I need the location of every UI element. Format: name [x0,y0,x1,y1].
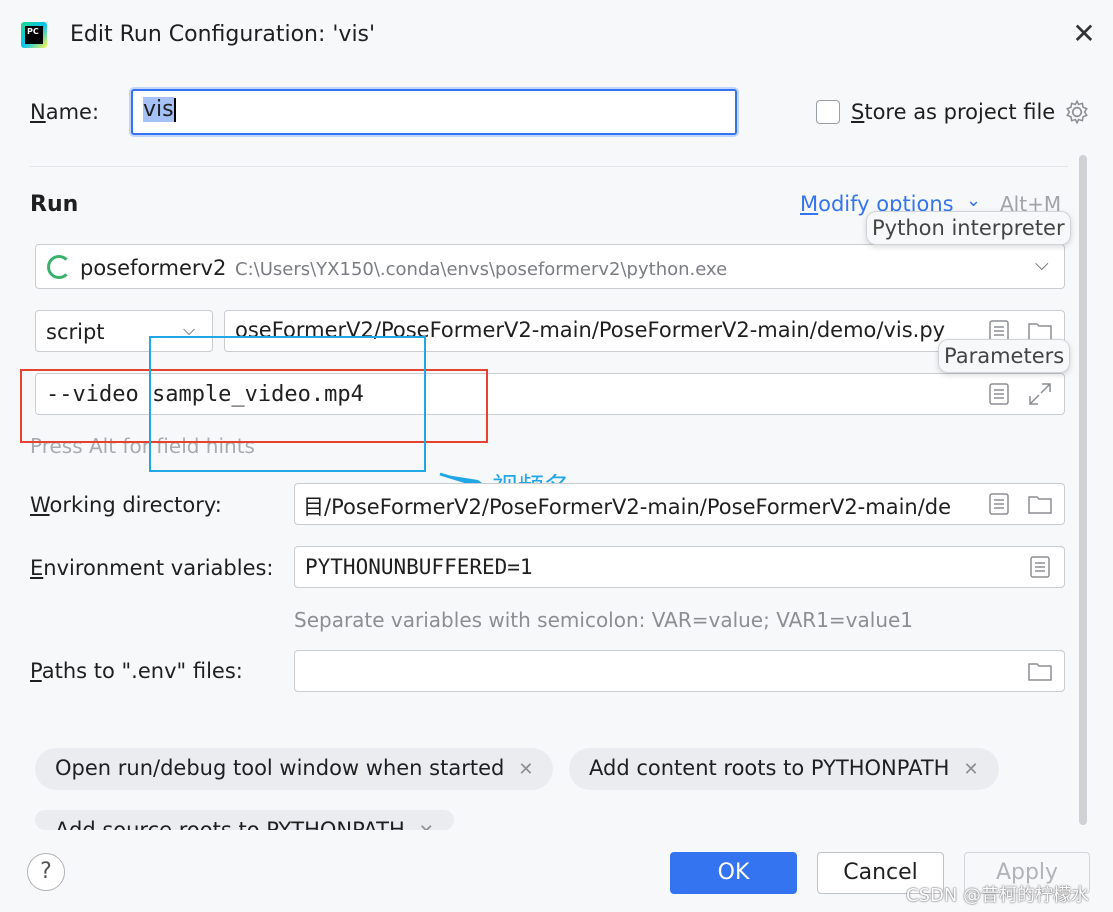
pycharm-logo-icon: PC [21,22,47,48]
store-as-project-file-checkbox[interactable] [816,100,840,124]
expand-icon[interactable] [1027,381,1053,407]
folder-icon[interactable] [1027,493,1053,515]
folder-icon[interactable] [1027,660,1053,682]
help-button[interactable]: ? [27,853,65,891]
name-label: Name: [30,100,100,124]
name-input[interactable]: vis [131,89,737,135]
env-files-input[interactable] [294,650,1065,692]
chevron-down-icon[interactable]: ⌵ [1035,254,1049,275]
store-as-project-file-label[interactable]: Store as project file [851,100,1055,124]
expand-text-icon[interactable] [988,382,1010,406]
ok-button[interactable]: OK [670,852,797,894]
interpreter-path: C:\Users\YX150\.conda\envs\poseformerv2\… [235,259,728,280]
run-section-title: Run [30,192,79,217]
divider [30,166,1068,167]
environment-variables-value: PYTHONUNBUFFERED=1 [305,555,533,579]
parameters-tooltip: Parameters [938,339,1071,373]
expand-text-icon[interactable] [988,492,1010,516]
option-chip[interactable]: Add content roots to PYTHONPATH ✕ [569,748,999,790]
option-chip[interactable]: Add source roots to PYTHONPATH✕ [35,810,454,830]
remove-icon[interactable]: ✕ [419,821,434,830]
interpreter-name: poseformerv2 [80,256,227,280]
remove-icon[interactable]: ✕ [963,759,978,780]
working-directory-label: Working directory: [30,493,222,517]
close-icon[interactable]: ✕ [1070,20,1098,48]
annotation-blue-box [149,336,426,472]
edit-variables-icon[interactable] [1029,555,1051,579]
dialog-title: Edit Run Configuration: 'vis' [70,22,376,47]
environment-variables-hint: Separate variables with semicolon: VAR=v… [294,608,914,632]
environment-variables-label: Environment variables: [30,556,274,580]
vertical-scrollbar[interactable] [1079,155,1087,825]
env-files-label: Paths to ".env" files: [30,659,243,683]
target-type-value: script [46,320,105,344]
conda-env-icon [47,255,71,279]
python-interpreter-tooltip: Python interpreter [866,211,1071,245]
watermark: CSDN @昔柯的柠檬水 [906,885,1090,906]
title-bar: PC Edit Run Configuration: 'vis' ✕ [0,0,1113,72]
option-chip[interactable]: Open run/debug tool window when started ✕ [35,748,554,790]
working-directory-value: 目/PoseFormerV2/PoseFormerV2-main/PoseFor… [303,495,952,519]
remove-icon[interactable]: ✕ [518,759,533,780]
gear-icon[interactable] [1064,99,1090,125]
chevron-down-icon[interactable]: ⌄ [966,190,981,211]
